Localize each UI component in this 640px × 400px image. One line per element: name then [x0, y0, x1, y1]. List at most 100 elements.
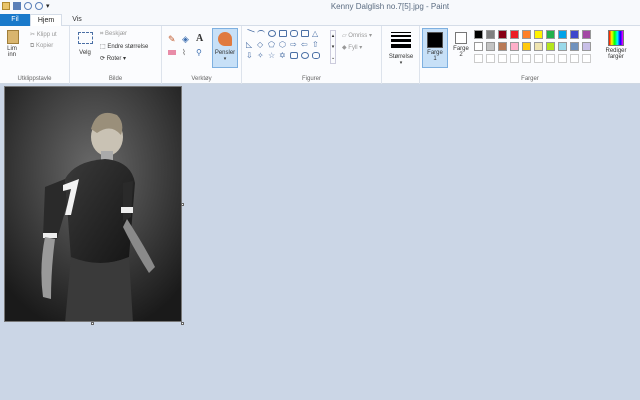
- color2-button[interactable]: Farge 2: [450, 32, 472, 58]
- color-swatch[interactable]: [510, 30, 519, 39]
- color-swatch[interactable]: [474, 54, 483, 63]
- cut-label: Klipp ut: [36, 32, 57, 38]
- eraser-icon[interactable]: [168, 50, 176, 55]
- window-title: Kenny Dalglish no.7[5].jpg - Paint: [330, 2, 450, 11]
- tab-view[interactable]: Vis: [64, 14, 90, 26]
- color-swatch[interactable]: [534, 42, 543, 51]
- five-point-star-shape-icon[interactable]: ☆: [268, 52, 276, 60]
- four-point-star-shape-icon[interactable]: ✧: [257, 52, 265, 60]
- color-swatch[interactable]: [510, 54, 519, 63]
- color-swatch[interactable]: [534, 54, 543, 63]
- fill-label: Fyll: [348, 45, 358, 51]
- edit-colors-button[interactable]: Rediger farger: [602, 30, 630, 60]
- color-swatch[interactable]: [570, 42, 579, 51]
- curve-shape-icon[interactable]: [257, 30, 265, 37]
- resize-handle-bottom[interactable]: [91, 322, 94, 325]
- polygon-shape-icon[interactable]: [301, 30, 309, 37]
- color-swatch[interactable]: [546, 30, 555, 39]
- diamond-shape-icon[interactable]: ◇: [257, 41, 265, 49]
- oval-callout-shape-icon[interactable]: [301, 52, 309, 59]
- color-swatch[interactable]: [558, 30, 567, 39]
- color-palette: [474, 30, 598, 68]
- six-point-star-shape-icon[interactable]: ✡: [279, 52, 287, 60]
- triangle-shape-icon[interactable]: △: [312, 30, 320, 38]
- color-swatch[interactable]: [570, 30, 579, 39]
- color-swatch[interactable]: [522, 42, 531, 51]
- size-button[interactable]: Størrelse ▾: [386, 32, 416, 66]
- hexagon-shape-icon[interactable]: ⬡: [279, 41, 287, 49]
- shapes-group-label: Figurer: [301, 76, 321, 82]
- size-group: Størrelse ▾: [382, 26, 420, 84]
- resize-handle-right[interactable]: [181, 203, 184, 206]
- color-swatch[interactable]: [534, 30, 543, 39]
- right-triangle-shape-icon[interactable]: ◺: [246, 41, 254, 49]
- crop-label: Beskjær: [105, 31, 128, 37]
- rotate-button[interactable]: ⟳ Roter ▾: [100, 55, 126, 62]
- color-swatch[interactable]: [486, 54, 495, 63]
- text-icon[interactable]: A: [196, 33, 203, 44]
- color-swatch[interactable]: [546, 54, 555, 63]
- color-swatch[interactable]: [498, 42, 507, 51]
- canvas-image[interactable]: [4, 86, 182, 322]
- color-swatch[interactable]: [582, 42, 591, 51]
- ribbon-tabs: Fil Hjem Vis: [0, 14, 640, 27]
- fill-bucket-icon[interactable]: ◈: [182, 34, 189, 45]
- title-bar: ▾ Kenny Dalglish no.7[5].jpg - Paint: [0, 0, 640, 14]
- color-swatch[interactable]: [558, 42, 567, 51]
- color-swatch[interactable]: [570, 54, 579, 63]
- colors-group: Farge 1 Farge 2 Rediger farger Farger: [420, 26, 640, 84]
- outline-button[interactable]: ▱ Omriss ▾: [342, 32, 372, 39]
- edit-colors-label: Rediger farger: [605, 48, 627, 60]
- resize-button[interactable]: ⬚ Endre størrelse: [100, 43, 148, 50]
- paste-button[interactable]: Lim inn: [4, 30, 22, 58]
- color-swatch[interactable]: [582, 54, 591, 63]
- color-swatch[interactable]: [486, 42, 495, 51]
- shapes-scroll[interactable]: ▴ ▾ ⌄: [330, 30, 336, 64]
- up-arrow-shape-icon[interactable]: ⇧: [312, 41, 320, 49]
- left-arrow-shape-icon[interactable]: ⇦: [301, 41, 309, 49]
- cut-button[interactable]: ✂ Klipp ut: [30, 31, 57, 38]
- cloud-callout-shape-icon[interactable]: [312, 52, 320, 59]
- copy-label: Kopier: [35, 43, 54, 49]
- color2-swatch: [455, 32, 467, 44]
- color-swatch[interactable]: [498, 54, 507, 63]
- down-arrow-shape-icon[interactable]: ⇩: [246, 52, 254, 60]
- rotate-label: Roter: [106, 56, 122, 62]
- tab-file[interactable]: Fil: [0, 14, 30, 26]
- color-swatch[interactable]: [486, 30, 495, 39]
- color-picker-icon[interactable]: ⌇: [182, 48, 186, 57]
- copy-button[interactable]: ⧉ Kopier: [30, 43, 53, 50]
- fill-button[interactable]: ◆ Fyll ▾: [342, 44, 362, 51]
- color-swatch[interactable]: [474, 30, 483, 39]
- brushes-button[interactable]: Pensler ▾: [212, 28, 238, 68]
- color-swatch[interactable]: [522, 30, 531, 39]
- rounded-rectangle-shape-icon[interactable]: [290, 30, 298, 37]
- right-arrow-shape-icon[interactable]: ⇨: [290, 41, 298, 49]
- callout-shape-icon[interactable]: [290, 52, 298, 59]
- paste-label: Lim inn: [7, 46, 17, 58]
- line-shape-icon[interactable]: [245, 28, 255, 39]
- color-swatch[interactable]: [582, 30, 591, 39]
- crop-button[interactable]: ⌗ Beskjær: [100, 31, 127, 38]
- pencil-icon[interactable]: ✎: [168, 34, 176, 45]
- shapes-gallery[interactable]: △ ◺ ◇ ⬠ ⬡ ⇨ ⇦ ⇧ ⇩ ✧ ☆ ✡ ▴ ▾ ⌄: [245, 28, 336, 66]
- chevron-down-icon: ▾: [399, 60, 403, 66]
- rectangle-shape-icon[interactable]: [279, 30, 287, 37]
- color-swatch[interactable]: [474, 42, 483, 51]
- color-swatch[interactable]: [510, 42, 519, 51]
- magnifier-icon[interactable]: ⚲: [196, 48, 202, 57]
- color-swatch[interactable]: [558, 54, 567, 63]
- pentagon-shape-icon[interactable]: ⬠: [268, 41, 276, 49]
- clipboard-group: Lim inn ✂ Klipp ut ⧉ Kopier Utklippstavl…: [0, 26, 70, 84]
- resize-handle-corner[interactable]: [181, 322, 184, 325]
- resize-label: Endre størrelse: [107, 44, 149, 50]
- image-group-label: Bilde: [108, 76, 123, 82]
- color-swatch[interactable]: [546, 42, 555, 51]
- oval-shape-icon[interactable]: [268, 30, 276, 37]
- color1-button[interactable]: Farge 1: [422, 28, 448, 68]
- select-button[interactable]: Velg: [75, 32, 95, 56]
- color-swatch[interactable]: [522, 54, 531, 63]
- brush-icon: [218, 32, 232, 46]
- color-swatch[interactable]: [498, 30, 507, 39]
- tools-group: ✎ ◈ A ⌇ ⚲ Pensler ▾ Verktøy: [162, 26, 242, 84]
